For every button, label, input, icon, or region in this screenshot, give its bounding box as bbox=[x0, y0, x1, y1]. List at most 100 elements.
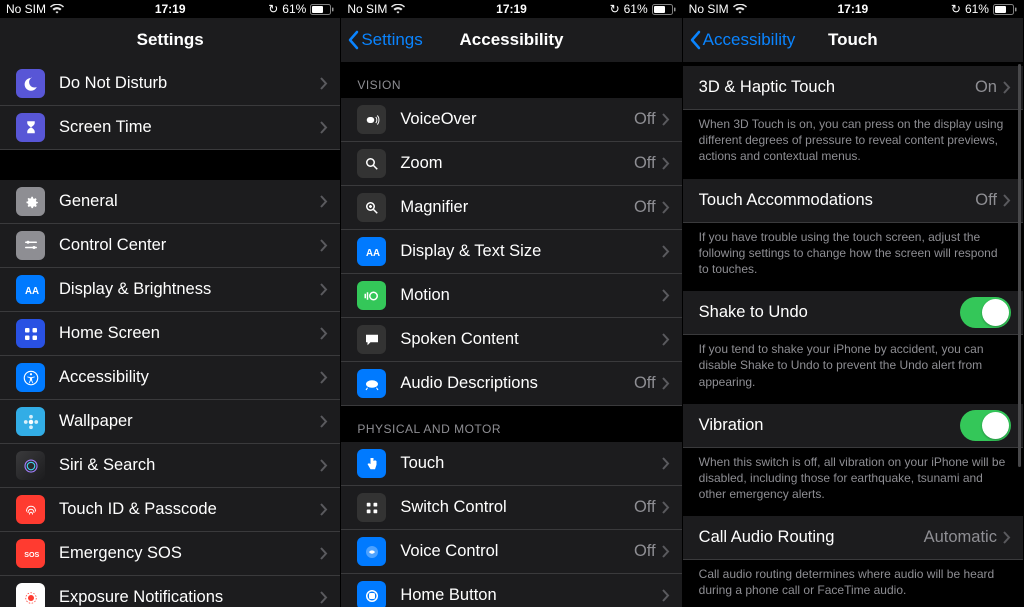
clock: 17:19 bbox=[0, 2, 340, 16]
row-label: Voice Control bbox=[400, 542, 634, 561]
voice-control-icon bbox=[357, 537, 386, 566]
row-shake-to-undo[interactable]: Shake to Undo bbox=[683, 291, 1023, 335]
row-label: Exposure Notifications bbox=[59, 588, 320, 607]
row-touch-accommodations[interactable]: Touch Accommodations Off bbox=[683, 179, 1023, 223]
chevron-left-icon bbox=[689, 30, 701, 50]
chevron-right-icon bbox=[662, 377, 670, 390]
row-general[interactable]: General bbox=[0, 180, 340, 224]
row-label: Do Not Disturb bbox=[59, 74, 320, 93]
text-size-icon: AA bbox=[16, 275, 45, 304]
clock: 17:19 bbox=[341, 2, 681, 16]
row-label: Switch Control bbox=[400, 498, 634, 517]
chevron-right-icon bbox=[662, 501, 670, 514]
switch-control-icon bbox=[357, 493, 386, 522]
back-button[interactable]: Settings bbox=[347, 30, 422, 50]
row-label: Shake to Undo bbox=[699, 303, 960, 322]
row-siri-search[interactable]: Siri & Search bbox=[0, 444, 340, 488]
row-call-audio-routing[interactable]: Call Audio Routing Automatic bbox=[683, 516, 1023, 560]
chevron-right-icon bbox=[320, 503, 328, 516]
row-label: Siri & Search bbox=[59, 456, 320, 475]
hourglass-icon bbox=[16, 113, 45, 142]
row-do-not-disturb[interactable]: Do Not Disturb bbox=[0, 62, 340, 106]
row-touch-id[interactable]: Touch ID & Passcode bbox=[0, 488, 340, 532]
routing-description: Call audio routing determines where audi… bbox=[683, 560, 1023, 607]
svg-text:AA: AA bbox=[366, 247, 380, 258]
zoom-icon bbox=[357, 149, 386, 178]
row-label: Emergency SOS bbox=[59, 544, 320, 563]
row-value: Off bbox=[634, 542, 656, 561]
motor-header: PHYSICAL AND MOTOR bbox=[341, 406, 681, 442]
row-label: Wallpaper bbox=[59, 412, 320, 431]
row-home-button[interactable]: Home Button bbox=[341, 574, 681, 607]
fingerprint-icon bbox=[16, 495, 45, 524]
row-switch-control[interactable]: Switch Control Off bbox=[341, 486, 681, 530]
row-display-brightness[interactable]: AA Display & Brightness bbox=[0, 268, 340, 312]
chevron-right-icon bbox=[662, 545, 670, 558]
chevron-right-icon bbox=[662, 245, 670, 258]
flower-icon bbox=[16, 407, 45, 436]
status-bar: No SIM 17:19 ↻61% bbox=[341, 0, 681, 18]
chevron-right-icon bbox=[320, 591, 328, 604]
row-label: Screen Time bbox=[59, 118, 320, 137]
haptic-description: When 3D Touch is on, you can press on th… bbox=[683, 110, 1023, 179]
chevron-right-icon bbox=[1003, 531, 1011, 544]
sliders-icon bbox=[16, 231, 45, 260]
back-button[interactable]: Accessibility bbox=[689, 30, 796, 50]
exposure-icon bbox=[16, 583, 45, 607]
row-voice-control[interactable]: Voice Control Off bbox=[341, 530, 681, 574]
chevron-right-icon bbox=[320, 371, 328, 384]
row-value: Off bbox=[975, 191, 997, 210]
shake-toggle[interactable] bbox=[960, 297, 1011, 328]
row-voiceover[interactable]: VoiceOver Off bbox=[341, 98, 681, 142]
row-label: Zoom bbox=[400, 154, 634, 173]
scroll-indicator bbox=[1018, 64, 1021, 467]
row-control-center[interactable]: Control Center bbox=[0, 224, 340, 268]
chevron-right-icon bbox=[662, 289, 670, 302]
row-label: VoiceOver bbox=[400, 110, 634, 129]
row-value: Automatic bbox=[924, 528, 997, 547]
home-button-icon bbox=[357, 581, 386, 607]
row-emergency-sos[interactable]: SOS Emergency SOS bbox=[0, 532, 340, 576]
motion-icon bbox=[357, 281, 386, 310]
row-value: Off bbox=[634, 110, 656, 129]
speech-bubble-icon bbox=[357, 325, 386, 354]
row-spoken-content[interactable]: Spoken Content bbox=[341, 318, 681, 362]
row-label: 3D & Haptic Touch bbox=[699, 78, 975, 97]
svg-text:SOS: SOS bbox=[24, 551, 39, 559]
row-audio-descriptions[interactable]: Audio Descriptions Off bbox=[341, 362, 681, 406]
chevron-right-icon bbox=[320, 283, 328, 296]
chevron-right-icon bbox=[320, 547, 328, 560]
row-touch[interactable]: Touch bbox=[341, 442, 681, 486]
row-wallpaper[interactable]: Wallpaper bbox=[0, 400, 340, 444]
row-vibration[interactable]: Vibration bbox=[683, 404, 1023, 448]
settings-screen: No SIM 17:19 ↻ 61% Settings Do Not Distu… bbox=[0, 0, 341, 607]
nav-title: Settings bbox=[137, 30, 204, 50]
row-magnifier[interactable]: Magnifier Off bbox=[341, 186, 681, 230]
accessibility-list: VISION VoiceOver Off Zoom Off Magnifier … bbox=[341, 62, 681, 607]
clock: 17:19 bbox=[683, 2, 1023, 16]
chevron-right-icon bbox=[1003, 194, 1011, 207]
chevron-right-icon bbox=[662, 113, 670, 126]
row-zoom[interactable]: Zoom Off bbox=[341, 142, 681, 186]
row-label: Touch bbox=[400, 454, 661, 473]
chevron-right-icon bbox=[662, 201, 670, 214]
row-label: Home Button bbox=[400, 586, 661, 605]
chevron-right-icon bbox=[1003, 81, 1011, 94]
gear-icon bbox=[16, 187, 45, 216]
row-display-text-size[interactable]: AA Display & Text Size bbox=[341, 230, 681, 274]
chevron-right-icon bbox=[320, 239, 328, 252]
audio-desc-icon bbox=[357, 369, 386, 398]
row-accessibility[interactable]: Accessibility bbox=[0, 356, 340, 400]
settings-list: Do Not Disturb Screen Time General Contr… bbox=[0, 62, 340, 607]
grid-icon bbox=[16, 319, 45, 348]
row-label: Display & Text Size bbox=[400, 242, 661, 261]
row-home-screen[interactable]: Home Screen bbox=[0, 312, 340, 356]
vibration-toggle[interactable] bbox=[960, 410, 1011, 441]
row-3d-haptic[interactable]: 3D & Haptic Touch On bbox=[683, 66, 1023, 110]
touch-screen: No SIM 17:19 ↻61% Accessibility Touch 3D… bbox=[683, 0, 1024, 607]
row-motion[interactable]: Motion bbox=[341, 274, 681, 318]
row-exposure-notifications[interactable]: Exposure Notifications bbox=[0, 576, 340, 607]
row-screen-time[interactable]: Screen Time bbox=[0, 106, 340, 150]
chevron-right-icon bbox=[662, 157, 670, 170]
chevron-right-icon bbox=[320, 459, 328, 472]
